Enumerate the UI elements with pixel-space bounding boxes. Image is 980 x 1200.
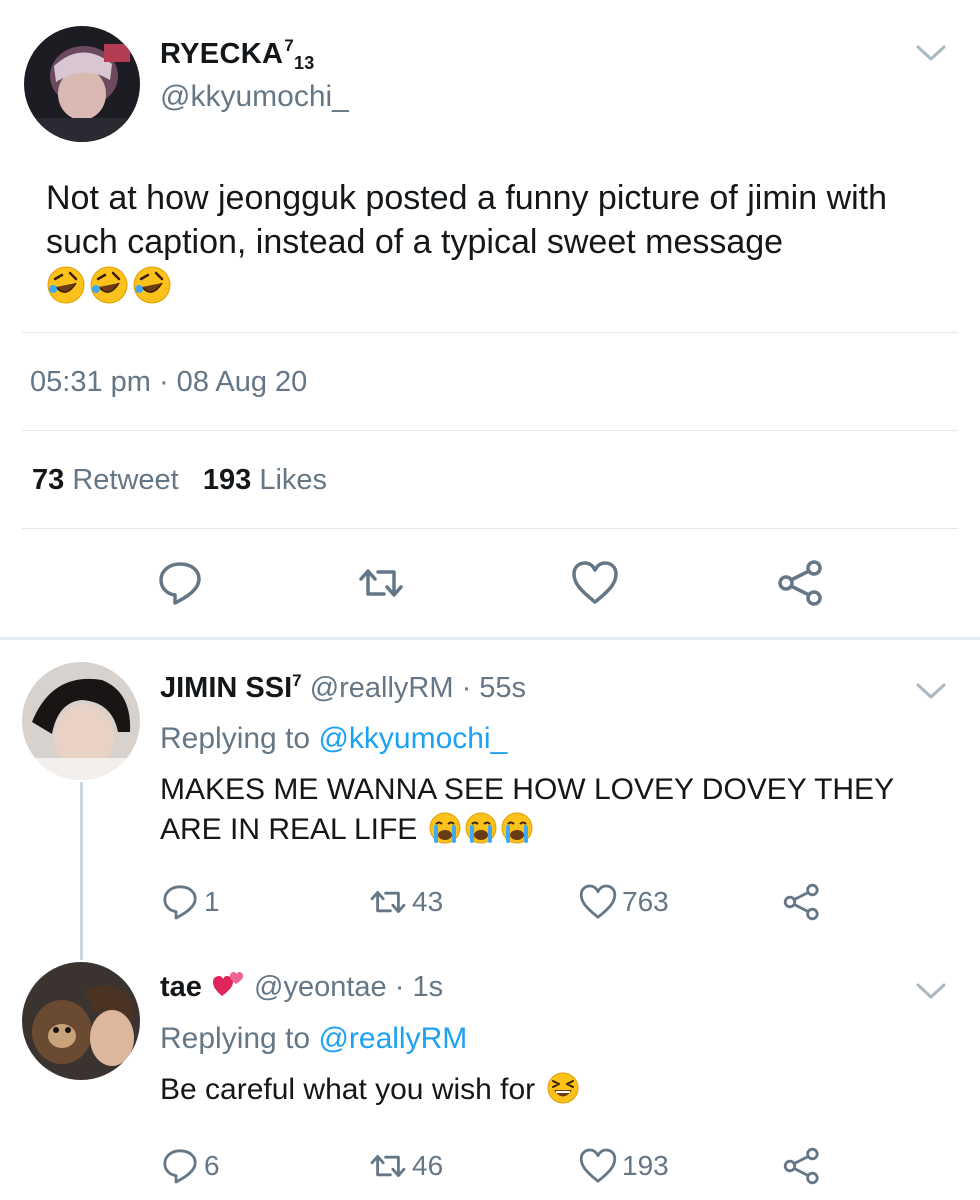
replying-prefix: Replying to xyxy=(160,1022,311,1055)
rofl-emoji xyxy=(46,265,86,305)
main-avatar[interactable] xyxy=(24,26,140,142)
chevron-down-icon[interactable] xyxy=(914,980,948,1002)
like-label[interactable]: Likes xyxy=(259,464,327,496)
replying-to-link[interactable]: @reallyRM xyxy=(318,1022,467,1055)
reply-icon xyxy=(160,1146,200,1186)
crying-emoji xyxy=(500,811,534,845)
reply-button[interactable] xyxy=(155,558,205,608)
reply-button[interactable]: 1 xyxy=(160,882,220,922)
rofl-emoji xyxy=(132,265,172,305)
reply-icon xyxy=(160,882,200,922)
reply-icon xyxy=(159,562,201,605)
chevron-down-icon[interactable] xyxy=(914,42,948,64)
reply-header[interactable]: tae @yeontae · 1s xyxy=(160,968,443,1004)
retweet-icon xyxy=(368,882,408,922)
name-superscript: 7 xyxy=(284,36,294,55)
reply-handle-time[interactable]: @reallyRM · 55s xyxy=(310,672,526,704)
section-divider xyxy=(0,637,980,640)
retweet-icon xyxy=(359,569,403,597)
crying-emoji xyxy=(428,811,462,845)
retweet-button[interactable]: 43 xyxy=(368,882,443,922)
divider xyxy=(22,528,958,529)
rofl-emoji xyxy=(89,265,129,305)
share-icon xyxy=(782,1146,822,1186)
heart-icon xyxy=(578,1146,618,1186)
reply-text-block: Be careful what you wish for xyxy=(160,1070,960,1110)
heart-icon xyxy=(578,882,618,922)
divider xyxy=(22,332,958,333)
main-display-name[interactable]: RYECKA713 xyxy=(160,36,315,73)
reply-avatar[interactable] xyxy=(22,962,140,1080)
name-superscript: 7 xyxy=(292,671,302,690)
main-handle[interactable]: @kkyumochi_ xyxy=(160,80,349,114)
replying-to-link[interactable]: @kkyumochi_ xyxy=(318,722,507,755)
reply-button[interactable]: 6 xyxy=(160,1146,220,1186)
thread-line xyxy=(80,782,83,960)
tweet-stats: 73 Retweet 193 Likes xyxy=(32,464,327,497)
like-button[interactable]: 763 xyxy=(578,882,669,922)
like-count[interactable]: 193 xyxy=(203,464,251,496)
reply-avatar[interactable] xyxy=(22,662,140,780)
like-button[interactable] xyxy=(570,558,620,608)
revolving-hearts-emoji xyxy=(212,968,246,1002)
reply-text: Be careful what you wish for xyxy=(160,1073,536,1106)
retweet-icon xyxy=(368,1146,408,1186)
tweet-timestamp[interactable]: 05:31 pm · 08 Aug 20 xyxy=(30,366,307,399)
replying-to: Replying to @kkyumochi_ xyxy=(160,722,507,756)
share-button[interactable] xyxy=(782,882,822,922)
main-tweet-text: Not at how jeongguk posted a funny pictu… xyxy=(46,179,888,261)
retweet-label[interactable]: Retweet xyxy=(72,464,178,496)
retweet-button[interactable] xyxy=(356,558,406,608)
share-button[interactable] xyxy=(776,558,826,608)
chevron-down-icon[interactable] xyxy=(914,680,948,702)
share-button[interactable] xyxy=(782,1146,822,1186)
retweet-count[interactable]: 73 xyxy=(32,464,64,496)
like-count: 763 xyxy=(622,886,669,917)
like-button[interactable]: 193 xyxy=(578,1146,669,1186)
heart-icon xyxy=(572,561,618,604)
main-tweet-emojis xyxy=(46,265,172,305)
share-icon xyxy=(782,882,822,922)
name-subscript: 13 xyxy=(293,53,315,73)
laughing-squint-emoji xyxy=(546,1071,580,1105)
reply-count: 1 xyxy=(204,886,220,917)
reply-text-block: MAKES ME WANNA SEE HOW LOVEY DOVEY THEY … xyxy=(160,770,960,850)
divider xyxy=(22,430,958,431)
reply-display-name[interactable]: JIMIN SSI xyxy=(160,672,292,704)
retweet-count: 43 xyxy=(412,886,444,917)
like-count: 193 xyxy=(622,1150,669,1181)
crying-emoji xyxy=(464,811,498,845)
replying-to: Replying to @reallyRM xyxy=(160,1022,467,1056)
reply-header[interactable]: JIMIN SSI7 @reallyRM · 55s xyxy=(160,671,526,705)
reply-handle-time[interactable]: @yeontae · 1s xyxy=(254,971,443,1003)
share-icon xyxy=(778,560,822,606)
retweet-button[interactable]: 46 xyxy=(368,1146,443,1186)
display-name-text: RYECKA xyxy=(160,38,284,70)
reply-count: 6 xyxy=(204,1150,220,1181)
reply-display-name[interactable]: tae xyxy=(160,971,202,1003)
replying-prefix: Replying to xyxy=(160,722,311,755)
retweet-count: 46 xyxy=(412,1150,444,1181)
